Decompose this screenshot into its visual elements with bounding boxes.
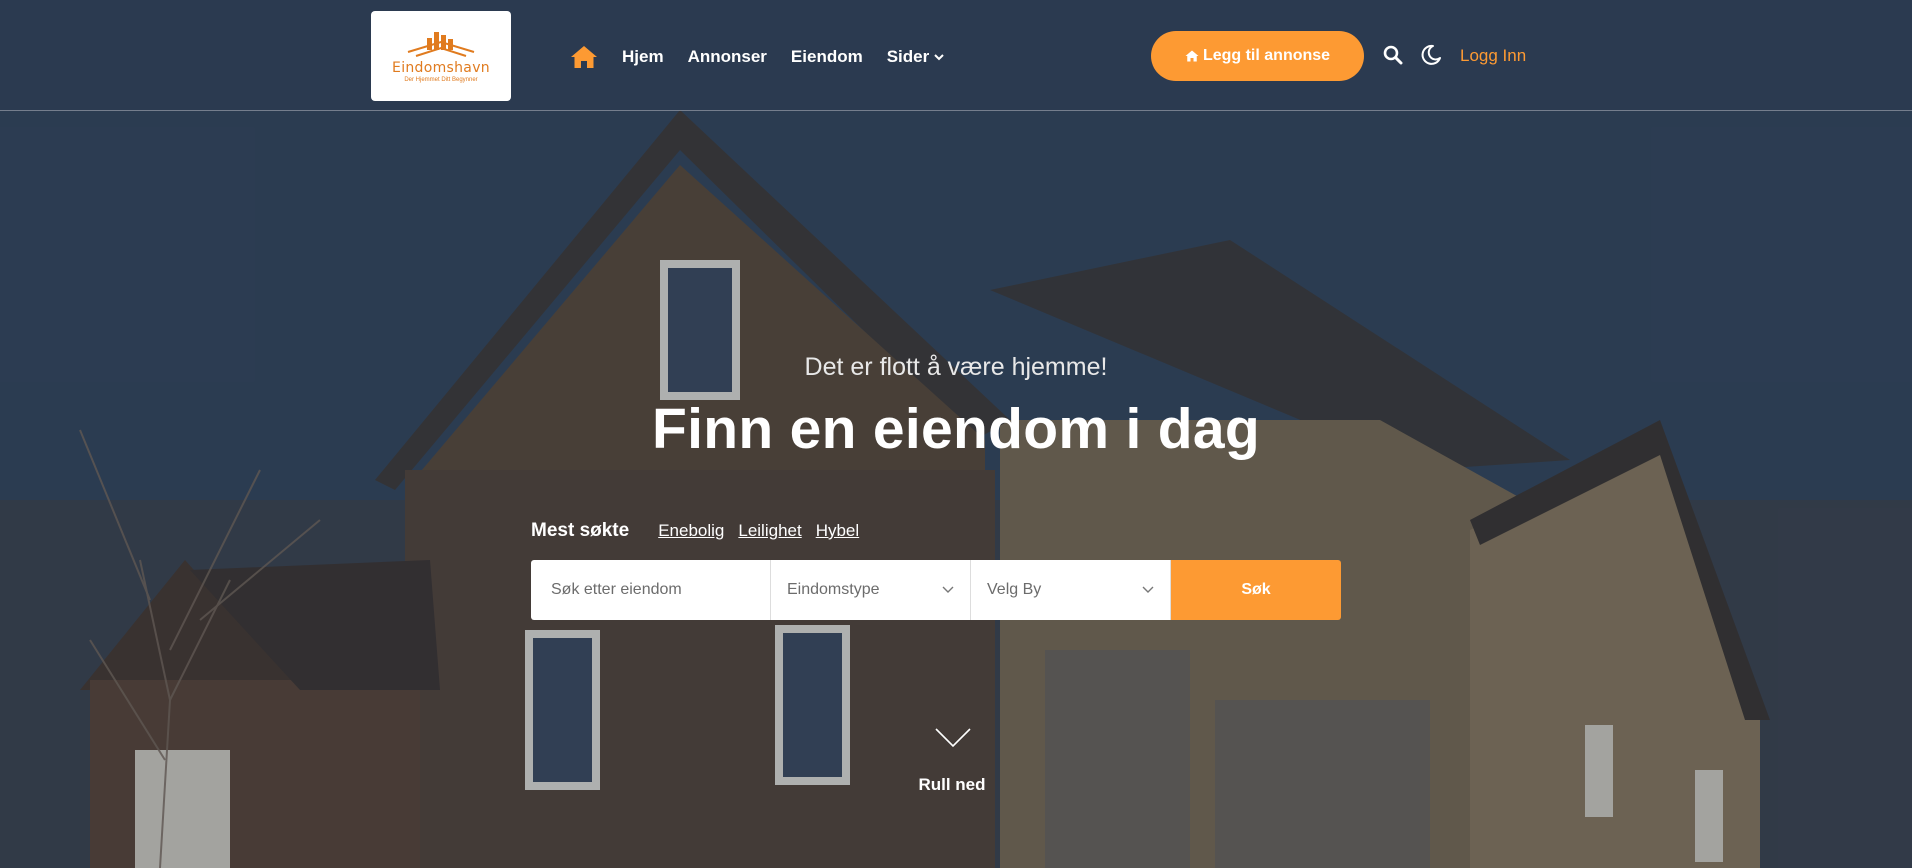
home-icon[interactable] [570, 44, 600, 70]
site-logo[interactable]: Eindomshavn Der Hjemmet Ditt Begynner [371, 11, 511, 101]
main-nav: Hjem Annonser Eiendom Sider [570, 43, 968, 71]
nav-item-hjem[interactable]: Hjem [622, 47, 664, 67]
popular-searches: Mest søkte Enebolig Leilighet Hybel [531, 520, 873, 542]
popular-link-enebolig[interactable]: Enebolig [658, 521, 724, 541]
logo-tagline: Der Hjemmet Ditt Begynner [404, 76, 478, 83]
property-type-select[interactable]: Eindomstype [771, 560, 971, 620]
add-listing-button[interactable]: Legg til annonse [1151, 31, 1364, 81]
property-search-bar: Eindomstype Velg By Søk [531, 560, 1341, 620]
logo-buildings-icon [407, 31, 475, 57]
search-button[interactable]: Søk [1171, 560, 1341, 620]
search-icon[interactable] [1383, 45, 1403, 65]
nav-item-sider[interactable]: Sider [887, 47, 945, 67]
search-input[interactable] [531, 560, 771, 620]
site-header: Eindomshavn Der Hjemmet Ditt Begynner Hj… [0, 0, 1912, 111]
popular-searches-label: Mest søkte [531, 520, 630, 541]
chevron-down-icon [934, 53, 944, 60]
scroll-down-label[interactable]: Rull ned [0, 775, 1904, 795]
city-select[interactable]: Velg By [971, 560, 1171, 620]
nav-item-sider-label: Sider [886, 47, 930, 66]
popular-link-leilighet[interactable]: Leilighet [738, 521, 801, 541]
popular-link-hybel[interactable]: Hybel [816, 521, 859, 541]
city-select-value: Velg By [987, 581, 1042, 598]
chevron-down-icon [942, 586, 954, 593]
moon-icon[interactable] [1420, 44, 1442, 66]
logo-name: Eindomshavn [392, 59, 490, 76]
home-icon [1185, 50, 1199, 62]
chevron-down-icon [1142, 586, 1154, 593]
add-listing-label: Legg til annonse [1202, 47, 1331, 64]
nav-item-annonser[interactable]: Annonser [688, 47, 767, 67]
nav-item-eiendom[interactable]: Eiendom [791, 47, 863, 67]
hero-subtitle: Det er flott å være hjemme! [804, 353, 1108, 381]
login-link[interactable]: Logg Inn [1460, 46, 1526, 66]
scroll-down-icon[interactable] [934, 727, 972, 749]
hero-title: Finn en eiendom i dag [651, 397, 1260, 461]
property-type-select-value: Eindomstype [787, 581, 880, 598]
